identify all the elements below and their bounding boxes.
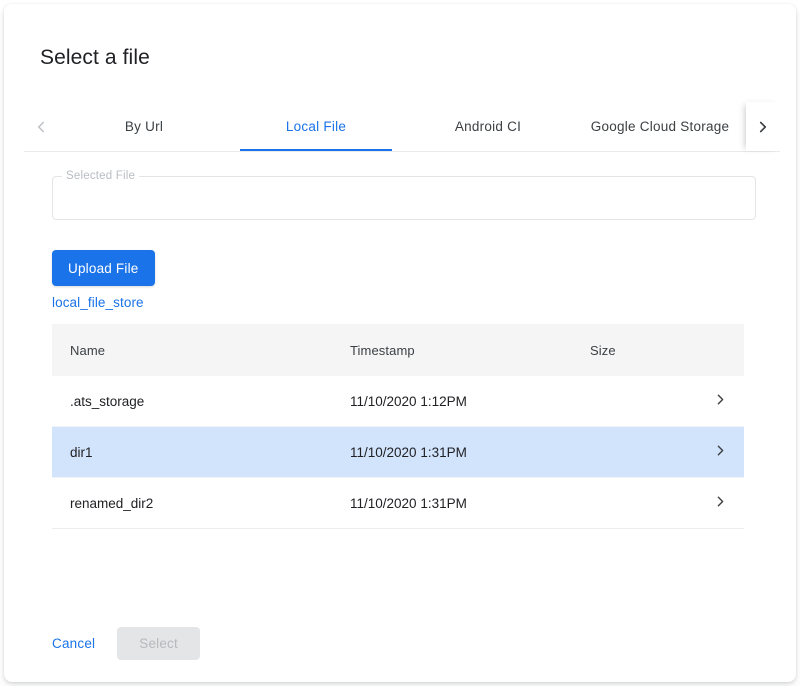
tab-label: Google Cloud Storage xyxy=(591,119,730,134)
select-button[interactable]: Select xyxy=(117,627,200,660)
cancel-button[interactable]: Cancel xyxy=(40,628,107,659)
table-row[interactable]: .ats_storage 11/10/2020 1:12PM xyxy=(52,376,744,427)
tab-by-url[interactable]: By Url xyxy=(58,102,230,151)
column-header-name: Name xyxy=(52,343,350,358)
table-row[interactable]: renamed_dir2 11/10/2020 1:31PM xyxy=(52,478,744,529)
cell-name: .ats_storage xyxy=(52,394,350,409)
tab-label: Android CI xyxy=(455,119,521,134)
select-file-dialog: Select a file By Url Local File Android … xyxy=(4,4,796,682)
row-open-button[interactable] xyxy=(696,493,744,513)
cell-timestamp: 11/10/2020 1:12PM xyxy=(350,394,590,409)
row-open-button[interactable] xyxy=(696,391,744,411)
tab-local-file[interactable]: Local File xyxy=(230,102,402,151)
cell-timestamp: 11/10/2020 1:31PM xyxy=(350,445,590,460)
chevron-right-icon xyxy=(754,118,772,136)
page-title: Select a file xyxy=(40,44,150,72)
column-header-timestamp: Timestamp xyxy=(350,343,590,358)
table-row[interactable]: dir1 11/10/2020 1:31PM xyxy=(52,427,744,478)
dialog-footer: Cancel Select xyxy=(40,627,200,660)
selected-file-field[interactable]: Selected File xyxy=(52,176,756,220)
breadcrumb[interactable]: local_file_store xyxy=(52,295,144,310)
chevron-right-icon xyxy=(712,493,729,513)
file-table: Name Timestamp Size .ats_storage 11/10/2… xyxy=(52,324,744,529)
chevron-right-icon xyxy=(712,442,729,462)
tab-list: By Url Local File Android CI Google Clou… xyxy=(58,102,746,151)
cell-name: dir1 xyxy=(52,445,350,460)
tab-bar: By Url Local File Android CI Google Clou… xyxy=(24,102,780,152)
tab-scroll-left-button[interactable] xyxy=(24,102,58,151)
tab-label: By Url xyxy=(125,119,163,134)
upload-file-button[interactable]: Upload File xyxy=(52,250,155,286)
chevron-left-icon xyxy=(32,118,50,136)
column-header-size: Size xyxy=(590,343,696,358)
tab-scroll-right-button[interactable] xyxy=(746,102,780,151)
selected-file-label: Selected File xyxy=(62,169,139,183)
tab-google-cloud-storage[interactable]: Google Cloud Storage xyxy=(574,102,746,151)
tab-label: Local File xyxy=(286,119,346,134)
row-open-button[interactable] xyxy=(696,442,744,462)
table-header-row: Name Timestamp Size xyxy=(52,324,744,376)
tab-android-ci[interactable]: Android CI xyxy=(402,102,574,151)
cell-timestamp: 11/10/2020 1:31PM xyxy=(350,496,590,511)
selected-file-input[interactable] xyxy=(65,182,743,212)
cell-name: renamed_dir2 xyxy=(52,496,350,511)
chevron-right-icon xyxy=(712,391,729,411)
